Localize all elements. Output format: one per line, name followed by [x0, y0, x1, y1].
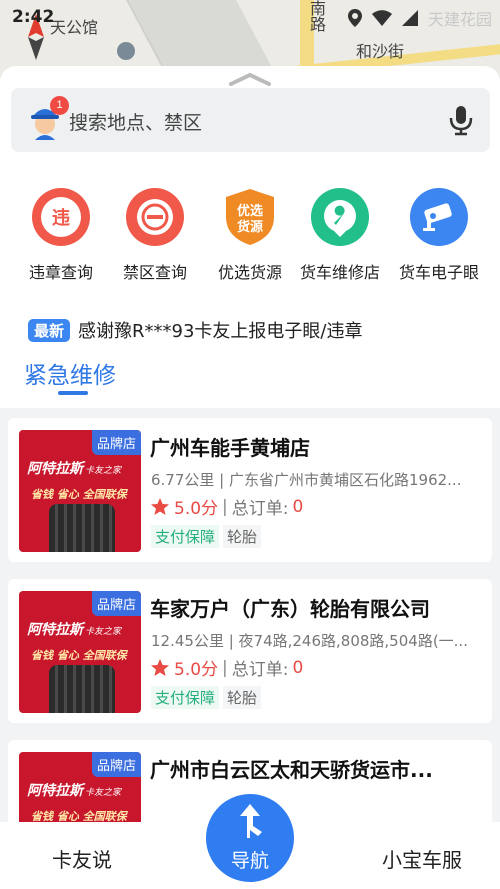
- map-poi-icon[interactable]: [117, 42, 135, 60]
- thumb-slogan: 省钱 省心 全国联保: [31, 488, 127, 501]
- navigation-arrow-icon: [240, 804, 262, 838]
- wifi-icon: [371, 10, 392, 26]
- thumb-brand: 阿特拉斯 卡友之家: [27, 461, 122, 477]
- cargo-shield-icon: 优选 货源: [221, 188, 279, 246]
- shop-tags: 支付保障 轮胎: [151, 525, 262, 548]
- camera-icon: [410, 188, 468, 246]
- news-tag: 最新: [28, 318, 71, 342]
- tag-tire: 轮胎: [223, 525, 262, 548]
- feature-preferred-cargo[interactable]: 优选 货源 优选货源: [202, 188, 298, 283]
- shop-rating: 5.0分 | 总订单: 0: [150, 655, 303, 680]
- shop-card[interactable]: 品牌店 阿特拉斯 卡友之家 省钱 省心 全国联保 广州车能手黄埔店 6.77公里 …: [8, 418, 492, 562]
- tire-image: [49, 504, 115, 552]
- shop-card[interactable]: 品牌店 阿特拉斯 卡友之家 省钱 省心 全国联保 车家万户（广东）轮胎有限公司 1…: [8, 579, 492, 723]
- tire-image: [49, 665, 115, 713]
- search-bar[interactable]: 1 搜索地点、禁区: [11, 88, 490, 152]
- signal-icon: [401, 10, 418, 26]
- shop-tags: 支付保障 轮胎: [151, 686, 262, 709]
- status-time: 2:42: [12, 7, 55, 27]
- feature-traffic-camera[interactable]: 货车电子眼: [391, 188, 487, 283]
- feature-label: 优选货源: [217, 263, 282, 282]
- rating-score: 5.0分: [174, 499, 219, 519]
- orders-count: 0: [292, 496, 304, 517]
- tag-payment-guarantee: 支付保障: [151, 686, 220, 709]
- microphone-icon[interactable]: [446, 104, 476, 136]
- map-label: 和沙街: [356, 42, 405, 61]
- feature-grid: 违 违章查询 禁区查询 优选 货源 优选货源 货车维修店 货车电子眼: [0, 188, 500, 288]
- nav-navigation-button[interactable]: 导航: [206, 794, 294, 882]
- feature-label: 违章查询: [28, 263, 93, 282]
- thumb-brand: 阿特拉斯 卡友之家: [27, 622, 122, 638]
- shop-name: 广州车能手黄埔店: [150, 436, 310, 460]
- thumb-slogan: 省钱 省心 全国联保: [31, 649, 127, 662]
- nav-center-label: 导航: [230, 850, 269, 872]
- status-icons: 天建花园: [347, 6, 492, 30]
- svg-text:优选: 优选: [237, 203, 263, 219]
- news-text: 感谢豫R***93卡友上报电子眼/违章: [78, 321, 363, 342]
- brand-store-badge: 品牌店: [91, 430, 141, 455]
- feature-restricted-query[interactable]: 禁区查询: [107, 188, 203, 283]
- bottom-nav: 卡友说 导航 小宝车服: [0, 794, 500, 889]
- avatar[interactable]: 1: [27, 96, 69, 140]
- news-ticker[interactable]: 最新 感谢豫R***93卡友上报电子眼/违章: [28, 317, 363, 343]
- svg-text:货源: 货源: [237, 219, 263, 235]
- nav-car-service-tab[interactable]: 小宝车服: [382, 844, 462, 873]
- shop-address: 12.45公里 | 夜74路,246路,808路,504路(一...: [151, 632, 468, 650]
- no-entry-icon: [126, 188, 184, 246]
- status-ghost-text: 天建花园: [427, 10, 492, 29]
- section-title[interactable]: 紧急维修: [24, 356, 116, 390]
- nav-community-tab[interactable]: 卡友说: [52, 844, 112, 873]
- thumb-brand: 阿特拉斯 卡友之家: [27, 783, 122, 799]
- shop-name: 广州市白云区太和天骄货运市...: [150, 758, 433, 782]
- feature-label: 货车电子眼: [398, 263, 479, 282]
- orders-count: 0: [292, 657, 304, 678]
- tag-payment-guarantee: 支付保障: [151, 525, 220, 548]
- orders-label: 总订单:: [231, 499, 289, 519]
- violation-icon: 违: [32, 188, 90, 246]
- feature-repair-shop[interactable]: 货车维修店: [292, 188, 388, 283]
- feature-label: 禁区查询: [122, 263, 187, 282]
- shop-name: 车家万户（广东）轮胎有限公司: [150, 597, 430, 621]
- brand-store-badge: 品牌店: [91, 752, 141, 777]
- shop-thumbnail: 品牌店 阿特拉斯 卡友之家 省钱 省心 全国联保: [19, 430, 141, 552]
- status-bar: 2:42 天建花园: [0, 4, 500, 30]
- star-icon: [151, 497, 169, 515]
- section-tab-indicator: [58, 391, 88, 395]
- sheet-handle-icon[interactable]: [229, 72, 271, 86]
- notification-badge: 1: [50, 96, 69, 115]
- brand-store-badge: 品牌店: [91, 591, 141, 616]
- location-icon: [347, 9, 362, 27]
- search-input[interactable]: 搜索地点、禁区: [69, 108, 202, 135]
- wrench-icon: [311, 188, 369, 246]
- shop-rating: 5.0分 | 总订单: 0: [150, 494, 303, 519]
- bottom-sheet: 1 搜索地点、禁区 违 违章查询 禁区查询 优选 货源 优选货源 货车维修店 货…: [0, 66, 500, 889]
- feature-violation-query[interactable]: 违 违章查询: [13, 188, 109, 283]
- shop-address: 6.77公里 | 广东省广州市黄埔区石化路1962...: [151, 471, 462, 489]
- shop-thumbnail: 品牌店 阿特拉斯 卡友之家 省钱 省心 全国联保: [19, 591, 141, 713]
- tag-tire: 轮胎: [223, 686, 262, 709]
- star-icon: [151, 658, 169, 676]
- orders-label: 总订单:: [231, 660, 289, 680]
- feature-label: 货车维修店: [299, 263, 380, 282]
- rating-score: 5.0分: [174, 660, 219, 680]
